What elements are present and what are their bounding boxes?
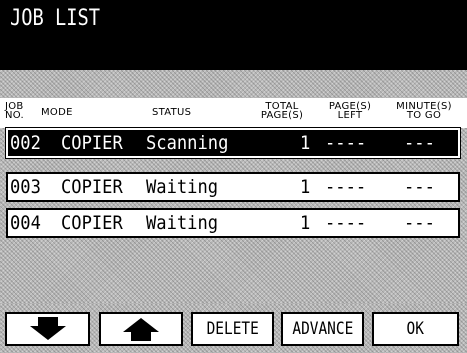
job-total-pages: 1 (300, 176, 311, 198)
job-row[interactable]: 003 COPIER Waiting 1 ---- --- (6, 172, 460, 202)
job-status: Waiting (146, 212, 219, 234)
job-minutes-to-go: --- (404, 132, 435, 154)
job-no: 004 (10, 212, 41, 234)
scroll-up-button[interactable] (99, 312, 183, 346)
scroll-down-button[interactable] (5, 312, 90, 346)
job-mode: COPIER (61, 132, 123, 154)
ok-label: OK (406, 319, 425, 339)
title-bar: JOB LIST (0, 0, 467, 70)
button-bar: DELETE ADVANCE OK (0, 304, 467, 353)
arrow-up-icon (123, 318, 159, 341)
job-row[interactable]: 002 COPIER Scanning 1 ---- --- (5, 127, 461, 159)
job-pages-left: ---- (325, 132, 367, 154)
job-list: 002 COPIER Scanning 1 ---- --- 003 COPIE… (0, 127, 467, 304)
job-total-pages: 1 (300, 212, 311, 234)
job-mode: COPIER (61, 176, 123, 198)
job-status: Scanning (146, 132, 229, 154)
job-pages-left: ---- (325, 212, 367, 234)
screen-title: JOB LIST (10, 6, 101, 31)
job-minutes-to-go: --- (404, 176, 435, 198)
job-no: 003 (10, 176, 41, 198)
column-headers: JOB NO. MODE STATUS TOTAL PAGE(S) PAGE(S)… (0, 98, 467, 128)
advance-button[interactable]: ADVANCE (281, 312, 364, 346)
ok-button[interactable]: OK (372, 312, 459, 346)
divider-band (0, 70, 467, 98)
header-job-no-line2: NO. (5, 110, 25, 121)
header-status: STATUS (152, 107, 192, 118)
job-no: 002 (10, 132, 41, 154)
header-pages-left: PAGE(S) LEFT (328, 101, 372, 121)
header-job-no: JOB NO. (5, 102, 33, 121)
advance-label: ADVANCE (292, 319, 353, 339)
header-total-pages: TOTAL PAGE(S) (260, 101, 304, 121)
job-pages-left: ---- (325, 176, 367, 198)
job-row[interactable]: 004 COPIER Waiting 1 ---- --- (6, 208, 460, 238)
header-mode: MODE (41, 107, 73, 118)
header-minutes-to-go: MINUTE(S) TO GO (396, 101, 452, 121)
job-status: Waiting (146, 176, 219, 198)
delete-button[interactable]: DELETE (191, 312, 274, 346)
job-minutes-to-go: --- (404, 212, 435, 234)
arrow-down-icon (29, 317, 66, 340)
delete-label: DELETE (206, 319, 259, 339)
job-total-pages: 1 (300, 132, 311, 154)
job-mode: COPIER (61, 212, 123, 234)
